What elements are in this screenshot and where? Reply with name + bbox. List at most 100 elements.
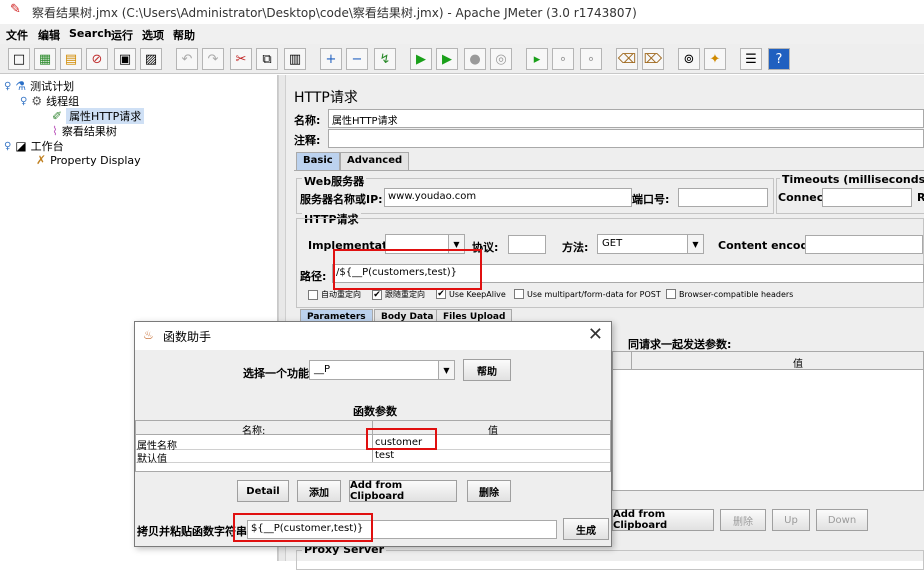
remote-stop-icon[interactable]: ∘ xyxy=(552,48,574,70)
tree-label: 工作台 xyxy=(30,140,64,153)
function-helper-icon[interactable]: ☰ xyxy=(740,48,762,70)
name-column-header: 名称: xyxy=(242,426,266,437)
menu-options[interactable]: 选项 xyxy=(142,27,164,43)
add-button[interactable]: 添加 xyxy=(297,480,341,502)
function-select[interactable]: __P ▼ xyxy=(309,360,455,380)
delete-button[interactable]: 删除 xyxy=(467,480,511,502)
remote-start-icon[interactable]: ▸ xyxy=(526,48,548,70)
copy-icon[interactable]: ⧉ xyxy=(256,48,278,70)
params-table[interactable]: 值 xyxy=(612,351,924,491)
checkbox-keepalive[interactable]: ✔ Use KeepAlive xyxy=(436,289,506,299)
dialog-title: 函数助手 xyxy=(163,330,212,344)
tree-label-selected: 属性HTTP请求 xyxy=(66,108,145,124)
checkbox-label: 自动重定向 xyxy=(321,290,361,299)
port-field[interactable] xyxy=(678,188,768,207)
stop-icon[interactable]: ● xyxy=(464,48,486,70)
menu-search[interactable]: Search xyxy=(69,27,112,40)
checkbox-label: Use KeepAlive xyxy=(449,289,506,299)
save-icon[interactable]: ▣ xyxy=(114,48,136,70)
remote-shutdown-icon[interactable]: ∘ xyxy=(580,48,602,70)
start-no-pause-icon[interactable]: ▶ xyxy=(436,48,458,70)
name-label: 名称: xyxy=(294,114,321,127)
collapse-icon[interactable]: − xyxy=(346,48,368,70)
undo-icon[interactable]: ↶ xyxy=(176,48,198,70)
tree-node-thread-group[interactable]: ♀ ⚙ 线程组 xyxy=(20,93,79,109)
new-icon[interactable]: □ xyxy=(8,48,30,70)
checkbox-browser-headers[interactable]: Browser-compatible headers xyxy=(666,289,793,299)
checkbox-multipart[interactable]: Use multipart/form-data for POST xyxy=(514,289,661,299)
reset-search-icon[interactable]: ✦ xyxy=(704,48,726,70)
help-button[interactable]: 帮助 xyxy=(463,359,511,381)
close-icon[interactable]: ✕ xyxy=(588,324,603,345)
path-label: 路径: xyxy=(300,270,327,283)
response-timeout-label: R xyxy=(917,191,924,204)
connect-timeout-field[interactable] xyxy=(822,188,912,207)
search-icon[interactable]: ⊚ xyxy=(678,48,700,70)
checkbox-box xyxy=(514,289,524,299)
checkbox-box: ✔ xyxy=(436,289,446,299)
server-field[interactable]: www.youdao.com xyxy=(384,188,632,207)
tree-node-result-tree[interactable]: ⌇ 察看结果树 xyxy=(52,123,117,139)
add-from-clipboard-button[interactable]: Add from Clipboard xyxy=(349,480,457,502)
proxy-server-group xyxy=(296,550,924,570)
menu-help[interactable]: 帮助 xyxy=(173,27,195,43)
menu-file[interactable]: 文件 xyxy=(6,27,28,43)
protocol-field[interactable] xyxy=(508,235,546,254)
web-server-label: Web服务器 xyxy=(302,173,367,189)
dialog-title-bar: ♨ 函数助手 ✕ xyxy=(135,322,611,350)
checkbox-follow-redirect[interactable]: ✔ 跟随重定向 xyxy=(372,289,425,300)
checkbox-label: Use multipart/form-data for POST xyxy=(527,289,661,299)
name-field[interactable]: 属性HTTP请求 xyxy=(328,109,924,128)
encoding-field[interactable] xyxy=(805,235,923,254)
help-icon[interactable]: ? xyxy=(768,48,790,70)
chevron-down-icon: ▼ xyxy=(438,361,454,379)
param-value-cell[interactable]: test xyxy=(375,450,394,461)
tree-node-http-request[interactable]: ✐ 属性HTTP请求 xyxy=(52,108,145,124)
jmeter-feather-icon: ✎ xyxy=(10,2,21,17)
toggle-icon[interactable]: ↯ xyxy=(374,48,396,70)
tree-label: 线程组 xyxy=(46,95,80,108)
open-icon[interactable]: ▤ xyxy=(60,48,82,70)
row-divider xyxy=(136,462,610,463)
add-from-clipboard-button[interactable]: Add from Clipboard xyxy=(612,509,714,531)
tree-node-workbench[interactable]: ♀ ◪ 工作台 xyxy=(4,138,64,154)
templates-icon[interactable]: ▦ xyxy=(34,48,56,70)
clear-all-icon[interactable]: ⌦ xyxy=(642,48,664,70)
menu-run[interactable]: 运行 xyxy=(111,27,133,43)
tree-node-property-display[interactable]: ✗ Property Display xyxy=(36,153,141,167)
start-icon[interactable]: ▶ xyxy=(410,48,432,70)
port-label: 端口号: xyxy=(632,193,670,206)
shutdown-icon[interactable]: ◎ xyxy=(490,48,512,70)
collapse-toggle-icon[interactable]: ♀ xyxy=(20,96,27,107)
save-as-icon[interactable]: ▨ xyxy=(140,48,162,70)
method-select[interactable]: GET ▼ xyxy=(597,234,704,254)
checkbox-box xyxy=(308,289,318,300)
window-title: 察看结果树.jmx (C:\Users\Administrator\Deskto… xyxy=(32,6,637,20)
down-button[interactable]: Down xyxy=(816,509,868,531)
comment-field[interactable] xyxy=(328,129,924,148)
function-value: __P xyxy=(314,364,331,375)
tab-basic[interactable]: Basic xyxy=(296,152,340,170)
close-icon[interactable]: ⊘ xyxy=(86,48,108,70)
param-name-cell[interactable]: 默认值 xyxy=(137,450,167,465)
menu-edit[interactable]: 编辑 xyxy=(38,27,60,43)
redo-icon[interactable]: ↷ xyxy=(202,48,224,70)
up-button[interactable]: Up xyxy=(772,509,810,531)
collapse-toggle-icon[interactable]: ♀ xyxy=(4,81,11,92)
collapse-toggle-icon[interactable]: ♀ xyxy=(4,141,11,152)
clear-icon[interactable]: ⌫ xyxy=(616,48,638,70)
params-heading: 函数参数 xyxy=(353,405,397,418)
paste-icon[interactable]: ▥ xyxy=(284,48,306,70)
cut-icon[interactable]: ✂ xyxy=(230,48,252,70)
tree-node-test-plan[interactable]: ♀ ⚗ 测试计划 xyxy=(4,78,74,94)
detail-button[interactable]: Detail xyxy=(237,480,289,502)
tab-advanced[interactable]: Advanced xyxy=(340,152,410,170)
tools-icon: ✗ xyxy=(36,153,47,167)
pipette-icon: ✐ xyxy=(52,109,63,123)
delete-button[interactable]: 删除 xyxy=(720,509,766,531)
value-column-header: 值 xyxy=(793,359,803,370)
generate-button[interactable]: 生成 xyxy=(563,518,609,540)
expand-icon[interactable]: + xyxy=(320,48,342,70)
choose-function-label: 选择一个功能 xyxy=(243,367,309,380)
checkbox-auto-redirect[interactable]: 自动重定向 xyxy=(308,289,361,300)
